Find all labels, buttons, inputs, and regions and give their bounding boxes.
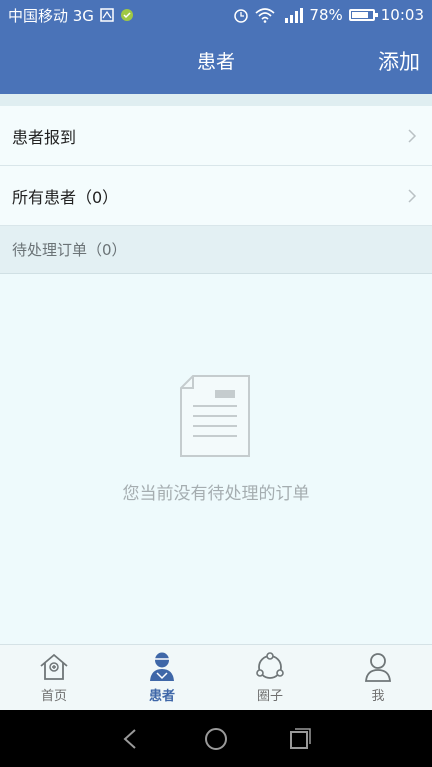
user-icon	[365, 653, 391, 682]
empty-message: 您当前没有待处理的订单	[122, 484, 310, 504]
clock-text: 10:03	[380, 6, 424, 24]
signal-icon	[285, 8, 304, 23]
add-button[interactable]: 添加	[378, 30, 420, 94]
carrier-text: 中国移动 3G	[8, 6, 94, 25]
tab-circle[interactable]: 圈子	[216, 645, 324, 710]
circle-icon	[256, 652, 284, 679]
menu-item-label: 患者报到	[12, 127, 77, 147]
pending-orders-title: 待处理订单（0）	[12, 241, 127, 259]
tab-patients[interactable]: 患者	[108, 645, 216, 710]
tab-label: 患者	[148, 689, 175, 704]
tab-me[interactable]: 我	[324, 645, 432, 710]
chevron-right-icon	[408, 128, 417, 143]
tab-label: 我	[371, 689, 385, 704]
wifi-icon	[255, 8, 275, 23]
battery-icon	[348, 9, 378, 21]
system-nav-bar	[0, 710, 432, 767]
patient-menu-list: 患者报到 所有患者（0）	[0, 106, 432, 226]
home-circle-icon[interactable]	[203, 726, 229, 752]
tab-bar: 首页 患者 圈子 我	[0, 644, 432, 710]
battery-text: 78%	[309, 6, 343, 24]
page-title: 患者	[196, 51, 235, 73]
pending-orders-header: 待处理订单（0）	[0, 226, 432, 274]
status-right: 78% 10:03	[233, 6, 424, 24]
menu-item-all-patients[interactable]: 所有患者（0）	[0, 166, 432, 226]
tab-home[interactable]: 首页	[0, 645, 108, 710]
empty-state: 您当前没有待处理的订单	[0, 274, 432, 644]
chevron-right-icon	[408, 188, 417, 203]
sim-icon	[100, 8, 114, 22]
patient-icon	[150, 652, 174, 681]
home-icon	[40, 653, 68, 680]
status-left: 中国移动 3G	[8, 5, 134, 26]
nav-bar: 患者 添加	[0, 30, 432, 94]
menu-item-patient-checkin[interactable]: 患者报到	[0, 106, 432, 166]
alarm-icon	[234, 9, 249, 23]
tab-label: 圈子	[256, 689, 283, 704]
tab-label: 首页	[40, 689, 67, 704]
document-icon	[180, 375, 250, 457]
sms-icon	[120, 9, 133, 21]
section-spacer	[0, 94, 432, 106]
back-icon[interactable]	[119, 726, 145, 752]
menu-item-label: 所有患者（0）	[12, 187, 119, 207]
status-bar: 中国移动 3G 78% 10:03	[0, 0, 432, 30]
recents-icon[interactable]	[287, 726, 313, 752]
